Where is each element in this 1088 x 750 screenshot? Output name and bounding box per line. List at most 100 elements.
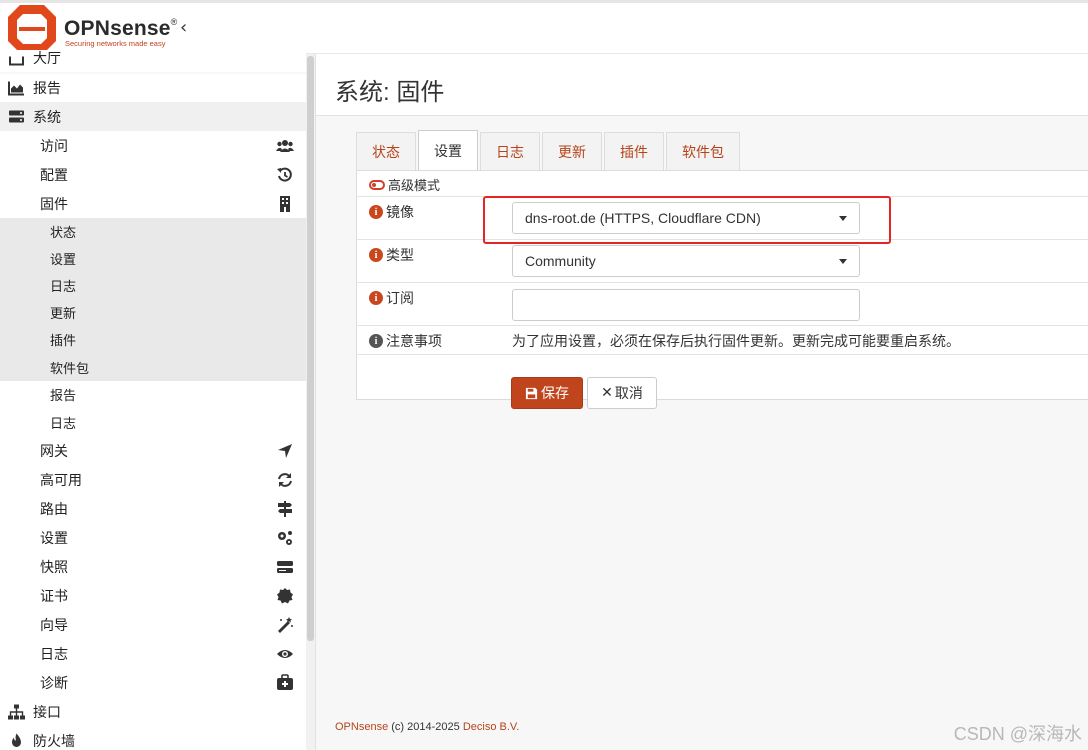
sidebar-item-diagnostics[interactable]: 诊断 — [0, 668, 306, 697]
advanced-mode-label: 高级模式 — [388, 179, 441, 194]
sidebar-item-reporting-sub[interactable]: 报告 — [0, 381, 306, 408]
save-button[interactable]: 保存 — [511, 377, 583, 409]
cogs-icon — [278, 530, 292, 545]
sidebar-item-system[interactable]: 系统 — [0, 102, 306, 131]
sidebar-item-settings[interactable]: 设置 — [0, 523, 306, 552]
chevron-down-icon — [839, 259, 847, 264]
advanced-mode-toggle[interactable]: 高级模式 — [369, 175, 440, 194]
footer: OPNsense (c) 2014-2025 Deciso B.V. — [335, 721, 519, 733]
tab-log[interactable]: 日志 — [480, 132, 540, 170]
sidebar-item-lobby[interactable]: 大厅 — [0, 50, 306, 72]
sidebar-item-label: 向导 — [40, 616, 68, 633]
sidebar-item-firmware[interactable]: 固件 — [0, 189, 306, 218]
subscription-row: i 订阅 — [357, 283, 1088, 326]
sidebar-item-gateways[interactable]: 网关 — [0, 436, 306, 465]
sidebar-item-label: 设置 — [50, 252, 77, 267]
mirror-select[interactable]: dns-root.de (HTTPS, Cloudflare CDN) — [512, 202, 860, 234]
medkit-icon — [277, 673, 293, 690]
location-arrow-icon — [278, 443, 292, 458]
opnsense-logo-icon[interactable] — [8, 5, 56, 53]
signpost-icon — [278, 500, 292, 517]
sidebar-item-label: 证书 — [40, 587, 68, 604]
main-content: 系统: 固件 状态 设置 日志 更新 插件 软件包 高级模式 i 镜像 dns-… — [315, 54, 1088, 750]
footer-brand-link[interactable]: OPNsense — [335, 721, 388, 733]
subscription-label-text: 订阅 — [386, 291, 414, 307]
sidebar-item-routes[interactable]: 路由 — [0, 494, 306, 523]
sidebar-scrollbar-thumb[interactable] — [307, 56, 314, 641]
sidebar-item-firmware-settings[interactable]: 设置 — [0, 245, 306, 272]
server-icon — [9, 110, 24, 122]
info-icon[interactable]: i — [369, 291, 383, 305]
footer-company-link[interactable]: Deciso B.V. — [463, 721, 519, 733]
firmware-panel: 状态 设置 日志 更新 插件 软件包 高级模式 i 镜像 dns-root.de… — [356, 130, 1088, 409]
sidebar-item-reporting[interactable]: 报告 — [0, 74, 306, 102]
info-icon[interactable]: i — [369, 205, 383, 219]
tab-status[interactable]: 状态 — [356, 132, 416, 170]
refresh-icon — [278, 472, 292, 487]
footer-copyright: (c) 2014-2025 — [388, 721, 463, 733]
sidebar-item-access[interactable]: 访问 — [0, 131, 306, 160]
mirror-row: i 镜像 dns-root.de (HTTPS, Cloudflare CDN) — [357, 197, 1088, 240]
chevron-down-icon — [839, 216, 847, 221]
sidebar-item-label: 接口 — [33, 703, 61, 720]
floppy-disk-icon — [525, 387, 538, 399]
sidebar-item-label: 高可用 — [40, 471, 82, 488]
building-icon — [280, 195, 290, 212]
page-header: 系统: 固件 — [316, 54, 1088, 116]
sidebar-item-label: 配置 — [40, 166, 68, 183]
note-text: 为了应用设置，必须在保存后执行固件更新。更新完成可能要重启系统。 — [512, 334, 960, 350]
sidebar-item-configuration[interactable]: 配置 — [0, 160, 306, 189]
note-label: i 注意事项 — [369, 331, 442, 351]
fire-icon — [12, 733, 21, 747]
eye-icon — [277, 649, 293, 658]
tab-settings[interactable]: 设置 — [418, 130, 478, 170]
dashboard-icon — [9, 56, 24, 66]
certificate-icon — [277, 587, 293, 603]
tab-bar: 状态 设置 日志 更新 插件 软件包 — [356, 130, 742, 170]
collapse-sidebar-icon[interactable]: ‹ — [180, 18, 200, 38]
sidebar-item-firmware-status[interactable]: 状态 — [0, 218, 306, 245]
subscription-input[interactable] — [512, 289, 860, 321]
sidebar-item-high-availability[interactable]: 高可用 — [0, 465, 306, 494]
sidebar-item-firmware-packages[interactable]: 软件包 — [0, 353, 306, 381]
sidebar-item-label: 网关 — [40, 442, 68, 459]
sidebar-item-firmware-log[interactable]: 日志 — [0, 272, 306, 299]
sidebar-item-log-sub[interactable]: 日志 — [0, 408, 306, 436]
sidebar: 大厅 报告 系统 访问 配置 固件 状态 设置 日志 更新 插件 软件包 报告 … — [0, 50, 315, 750]
sitemap-icon — [8, 704, 25, 719]
sidebar-item-label: 系统 — [33, 108, 61, 125]
sidebar-item-snapshots[interactable]: 快照 — [0, 552, 306, 581]
save-button-label: 保存 — [541, 386, 569, 402]
cancel-button[interactable]: ✕ 取消 — [587, 377, 657, 409]
settings-form: 高级模式 i 镜像 dns-root.de (HTTPS, Cloudflare… — [356, 170, 1088, 400]
close-icon: ✕ — [601, 385, 613, 401]
sidebar-item-label: 报告 — [50, 388, 77, 403]
sidebar-item-firewall[interactable]: 防火墙 — [0, 726, 306, 750]
tab-packages[interactable]: 软件包 — [666, 132, 740, 170]
note-label-text: 注意事项 — [386, 334, 442, 350]
sidebar-item-label: 日志 — [50, 279, 77, 294]
sidebar-item-interfaces[interactable]: 接口 — [0, 697, 306, 726]
page-title: 系统: 固件 — [335, 79, 445, 106]
sidebar-item-wizard[interactable]: 向导 — [0, 610, 306, 639]
flavour-select[interactable]: Community — [512, 245, 860, 277]
mirror-select-value: dns-root.de (HTTPS, Cloudflare CDN) — [525, 210, 761, 226]
sidebar-item-label: 防火墙 — [33, 732, 75, 749]
tab-updates[interactable]: 更新 — [542, 132, 602, 170]
history-icon — [277, 167, 292, 182]
watermark: CSDN @深海水 — [953, 724, 1082, 744]
sidebar-item-label: 设置 — [40, 529, 68, 546]
info-icon: i — [369, 334, 383, 348]
mirror-label: i 镜像 — [369, 202, 414, 222]
sidebar-item-log[interactable]: 日志 — [0, 639, 306, 668]
sidebar-item-firmware-updates[interactable]: 更新 — [0, 299, 306, 326]
tab-plugins[interactable]: 插件 — [604, 132, 664, 170]
top-bar: OPNsense® Securing networks made easy ‹ — [0, 0, 1088, 54]
sidebar-item-label: 日志 — [40, 645, 68, 662]
advanced-mode-row: 高级模式 — [357, 171, 1088, 197]
sidebar-item-label: 报告 — [33, 80, 61, 96]
sidebar-item-certificates[interactable]: 证书 — [0, 581, 306, 610]
info-icon[interactable]: i — [369, 248, 383, 262]
sidebar-item-firmware-plugins[interactable]: 插件 — [0, 326, 306, 353]
hdd-icon — [277, 560, 293, 573]
